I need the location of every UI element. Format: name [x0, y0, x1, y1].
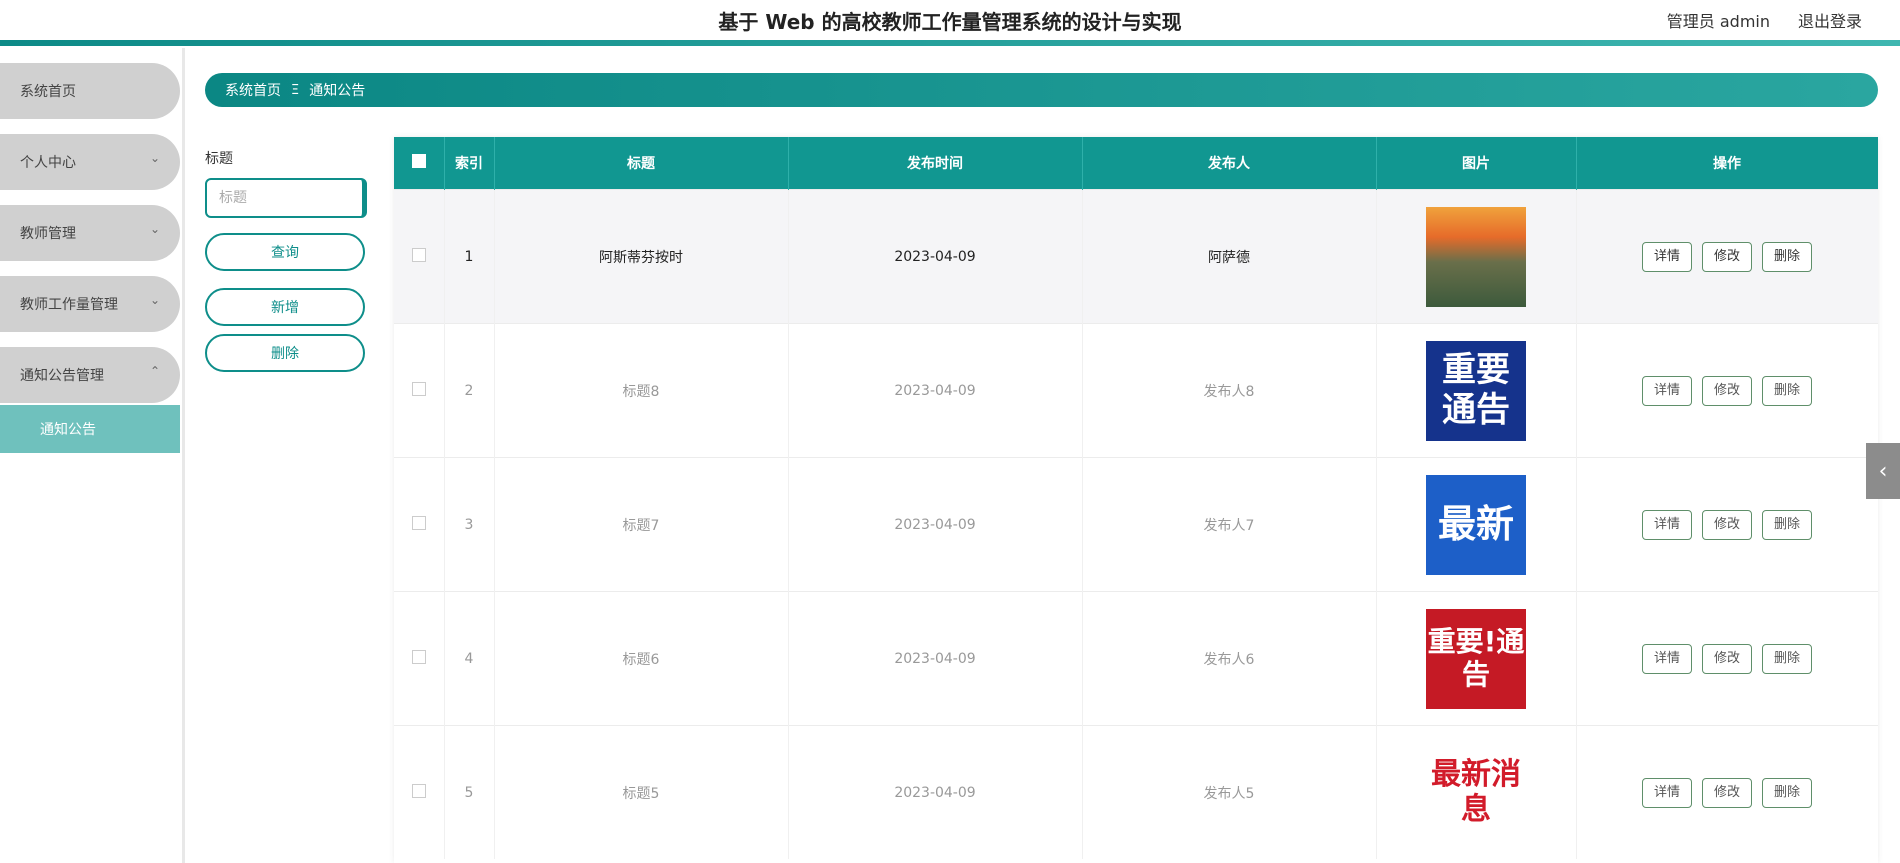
row-index: 3: [444, 457, 495, 592]
row-title: 标题5: [494, 725, 789, 859]
panel-collapse-handle[interactable]: ‹: [1866, 443, 1900, 499]
edit-button[interactable]: 修改: [1702, 375, 1752, 406]
table-row: 5 标题5 2023-04-09 发布人5 最新消息 详情 修改 删除: [394, 725, 1878, 859]
chevron-left-icon: ‹: [1878, 458, 1888, 484]
row-publisher: 发布人6: [1082, 591, 1377, 726]
sidebar-item-home[interactable]: 系统首页: [0, 63, 180, 119]
notice-image: 最新消息: [1426, 742, 1526, 843]
select-all-checkbox[interactable]: [411, 154, 426, 168]
logout-link[interactable]: 退出登录: [1798, 8, 1862, 32]
row-title: 标题6: [494, 591, 789, 726]
select-all-header: [394, 137, 445, 190]
delete-button[interactable]: 删除: [1762, 643, 1812, 674]
chevron-down-icon: ⌄: [149, 293, 160, 307]
detail-button[interactable]: 详情: [1642, 241, 1692, 272]
row-checkbox[interactable]: [411, 515, 426, 530]
notice-image: [1426, 206, 1526, 307]
row-index: 5: [444, 725, 495, 859]
current-user: 管理员 admin: [1666, 12, 1770, 31]
row-date: 2023-04-09: [788, 591, 1083, 726]
row-index: 4: [444, 591, 495, 726]
notice-table: 索引 标题 发布时间 发布人 图片 操作 1 阿斯蒂芬按时 2023-04-09…: [394, 137, 1878, 863]
row-checkbox[interactable]: [411, 381, 426, 396]
detail-button[interactable]: 详情: [1642, 375, 1692, 406]
add-button[interactable]: 新增: [205, 288, 365, 326]
column-header: 发布时间: [788, 137, 1083, 190]
row-checkbox[interactable]: [411, 247, 426, 262]
table-row: 3 标题7 2023-04-09 发布人7 最新 详情 修改 删除: [394, 457, 1878, 592]
delete-button[interactable]: 删除: [1762, 777, 1812, 808]
row-checkbox[interactable]: [411, 649, 426, 664]
row-publisher: 发布人5: [1082, 725, 1377, 859]
sidebar-item-personal-center[interactable]: 个人中心 ⌄: [0, 134, 180, 190]
table-row: 4 标题6 2023-04-09 发布人6 重要!通告 详情 修改 删除: [394, 591, 1878, 726]
breadcrumb-current: 通知公告: [309, 83, 366, 99]
sidebar-item-label: 教师工作量管理: [20, 297, 118, 313]
sidebar-item-teacher-management[interactable]: 教师管理 ⌄: [0, 205, 180, 261]
header-accent-bar: [0, 40, 1900, 46]
detail-button[interactable]: 详情: [1642, 643, 1692, 674]
app-title: 基于 Web 的高校教师工作量管理系统的设计与实现: [718, 10, 1182, 34]
row-publisher: 发布人8: [1082, 323, 1377, 458]
edit-button[interactable]: 修改: [1702, 777, 1752, 808]
sidebar: 系统首页 个人中心 ⌄ 教师管理 ⌄ 教师工作量管理 ⌄ 通知公告管理 ⌃ 通知…: [0, 48, 185, 863]
delete-button[interactable]: 删除: [1762, 509, 1812, 540]
query-button[interactable]: 查询: [205, 233, 365, 271]
sidebar-item-label: 系统首页: [20, 84, 76, 100]
chevron-down-icon: ⌄: [149, 151, 160, 165]
top-header: 基于 Web 的高校教师工作量管理系统的设计与实现 管理员 admin 退出登录: [0, 0, 1900, 40]
column-header: 索引: [444, 137, 495, 190]
column-header: 图片: [1376, 137, 1577, 190]
delete-button[interactable]: 删除: [1762, 241, 1812, 272]
delete-button[interactable]: 删除: [1762, 375, 1812, 406]
search-title-label: 标题: [205, 151, 233, 167]
row-index: 1: [444, 189, 495, 324]
notice-image: 重要通告: [1426, 340, 1526, 441]
sidebar-item-label: 个人中心: [20, 155, 76, 171]
chevron-down-icon: ⌄: [149, 222, 160, 236]
sidebar-subitem-notice[interactable]: 通知公告: [0, 405, 180, 453]
detail-button[interactable]: 详情: [1642, 509, 1692, 540]
detail-button[interactable]: 详情: [1642, 777, 1692, 808]
column-header: 操作: [1576, 137, 1878, 190]
notice-image: 重要!通告: [1426, 608, 1526, 709]
row-index: 2: [444, 323, 495, 458]
sidebar-item-label: 通知公告管理: [20, 368, 104, 384]
edit-button[interactable]: 修改: [1702, 643, 1752, 674]
table-row: 1 阿斯蒂芬按时 2023-04-09 阿萨德 详情 修改 删除: [394, 189, 1878, 324]
sidebar-item-notice-management[interactable]: 通知公告管理 ⌃: [0, 347, 180, 403]
row-publisher: 发布人7: [1082, 457, 1377, 592]
row-title: 标题8: [494, 323, 789, 458]
bulk-delete-button[interactable]: 删除: [205, 334, 365, 372]
breadcrumb: 系统首页 Ξ 通知公告: [205, 73, 1878, 107]
search-title-input[interactable]: [205, 178, 367, 218]
row-publisher: 阿萨德: [1082, 189, 1377, 324]
row-date: 2023-04-09: [788, 725, 1083, 859]
table-header-row: 索引 标题 发布时间 发布人 图片 操作: [394, 137, 1878, 190]
row-checkbox[interactable]: [411, 783, 426, 798]
edit-button[interactable]: 修改: [1702, 241, 1752, 272]
breadcrumb-separator-icon: Ξ: [291, 82, 300, 98]
column-header: 标题: [494, 137, 789, 190]
row-title: 阿斯蒂芬按时: [494, 189, 789, 324]
row-date: 2023-04-09: [788, 189, 1083, 324]
table-row: 2 标题8 2023-04-09 发布人8 重要通告 详情 修改 删除: [394, 323, 1878, 458]
chevron-up-icon: ⌃: [149, 364, 160, 378]
edit-button[interactable]: 修改: [1702, 509, 1752, 540]
notice-image: 最新: [1426, 474, 1526, 575]
column-header: 发布人: [1082, 137, 1377, 190]
row-date: 2023-04-09: [788, 457, 1083, 592]
sidebar-item-label: 教师管理: [20, 226, 76, 242]
row-date: 2023-04-09: [788, 323, 1083, 458]
row-title: 标题7: [494, 457, 789, 592]
sidebar-item-workload-management[interactable]: 教师工作量管理 ⌄: [0, 276, 180, 332]
breadcrumb-home[interactable]: 系统首页: [225, 80, 281, 100]
